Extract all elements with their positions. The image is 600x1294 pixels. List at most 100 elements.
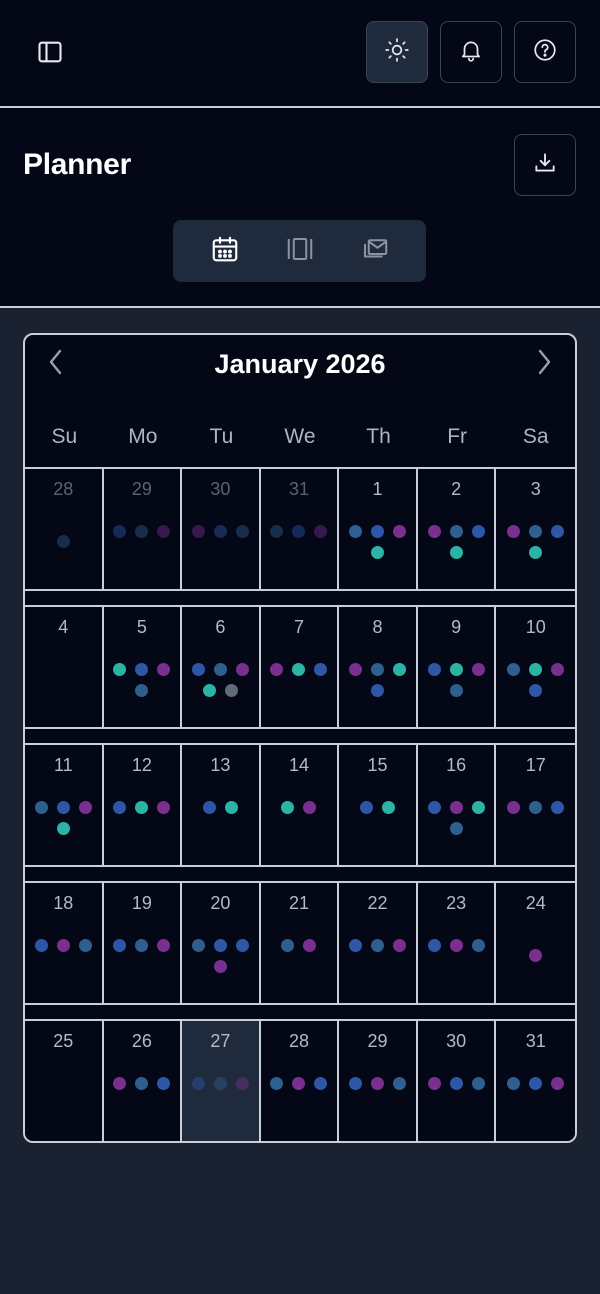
day-cell[interactable]: 22 <box>339 883 418 1003</box>
day-cell[interactable]: 7 <box>260 607 340 727</box>
weekday-label: We <box>284 425 316 448</box>
event-dot <box>393 663 407 676</box>
event-dots <box>186 939 255 973</box>
day-cell[interactable]: 25 <box>25 1021 104 1141</box>
event-dot <box>349 939 363 952</box>
day-number: 28 <box>288 1031 309 1051</box>
day-cell[interactable]: 1 <box>339 469 418 589</box>
event-dot <box>292 663 306 676</box>
day-cell[interactable]: 28 <box>260 1021 340 1141</box>
day-cell[interactable]: 9 <box>417 607 497 727</box>
day-cell[interactable]: 21 <box>260 883 340 1003</box>
event-dot <box>551 525 565 538</box>
event-dots <box>500 949 571 962</box>
day-cell[interactable]: 29 <box>339 1021 418 1141</box>
day-cell[interactable]: 31 <box>260 469 340 589</box>
day-cell[interactable]: 29 <box>103 469 183 589</box>
view-calendar-option[interactable] <box>197 228 253 274</box>
event-dot <box>529 546 543 559</box>
day-cell[interactable]: 23 <box>417 883 497 1003</box>
day-number: 14 <box>288 755 309 775</box>
view-switcher <box>173 220 426 282</box>
day-cell[interactable]: 30 <box>182 469 261 589</box>
day-number: 20 <box>210 893 231 913</box>
day-cell[interactable]: 2 <box>417 469 497 589</box>
notifications-button[interactable] <box>440 21 502 83</box>
theme-toggle-button[interactable] <box>366 21 428 83</box>
day-cell[interactable]: 15 <box>339 745 418 865</box>
help-button[interactable] <box>514 21 576 83</box>
day-cell[interactable]: 6 <box>182 607 261 727</box>
view-board-option[interactable] <box>272 228 328 274</box>
event-dot <box>202 801 216 814</box>
day-cell[interactable]: 19 <box>103 883 183 1003</box>
event-dots <box>108 801 177 814</box>
event-dot <box>449 525 463 538</box>
day-cell[interactable]: 10 <box>496 607 575 727</box>
day-cell[interactable]: 26 <box>103 1021 183 1141</box>
event-dot <box>113 939 127 952</box>
event-dot <box>213 960 227 973</box>
day-cell[interactable]: 17 <box>496 745 575 865</box>
day-cell[interactable]: 30 <box>417 1021 497 1141</box>
day-cell[interactable]: 5 <box>103 607 183 727</box>
calendar-month-label: January 2026 <box>214 349 386 379</box>
day-number: 31 <box>525 1031 546 1051</box>
event-dot <box>213 663 227 676</box>
download-button[interactable] <box>514 134 576 196</box>
event-dots <box>29 801 98 835</box>
event-dot <box>56 801 70 814</box>
event-dot <box>371 663 385 676</box>
event-dot <box>281 801 295 814</box>
event-dot <box>449 663 463 676</box>
event-dots <box>186 1077 255 1090</box>
day-cell[interactable]: 24 <box>496 883 575 1003</box>
sidebar-toggle-icon[interactable] <box>36 38 64 66</box>
page-header: Planner <box>0 108 600 308</box>
day-number: 28 <box>53 479 74 499</box>
event-dot <box>360 801 374 814</box>
day-number: 7 <box>293 617 304 637</box>
day-cell[interactable]: 12 <box>103 745 183 865</box>
help-circle-icon <box>532 37 558 68</box>
event-dot <box>157 1077 171 1090</box>
event-dot <box>507 801 521 814</box>
event-dots <box>422 525 491 559</box>
event-dot <box>471 939 485 952</box>
event-dots <box>108 1077 177 1090</box>
day-number: 23 <box>446 893 467 913</box>
day-cell[interactable]: 20 <box>182 883 261 1003</box>
chevron-right-icon <box>534 348 554 381</box>
day-cell[interactable]: 11 <box>25 745 104 865</box>
day-number: 29 <box>131 479 152 499</box>
event-dot <box>427 801 441 814</box>
day-cell[interactable]: 31 <box>496 1021 575 1141</box>
event-dots <box>343 1077 412 1090</box>
day-cell[interactable]: 28 <box>25 469 104 589</box>
event-dot <box>224 684 238 697</box>
event-dot <box>191 1077 205 1090</box>
day-cell[interactable]: 13 <box>182 745 261 865</box>
event-dots <box>265 1077 334 1090</box>
day-cell[interactable]: 14 <box>260 745 340 865</box>
event-dot <box>427 525 441 538</box>
event-dot <box>235 663 249 676</box>
event-dot <box>471 1077 485 1090</box>
event-dot <box>371 684 385 697</box>
view-inbox-option[interactable] <box>347 228 403 274</box>
event-dot <box>427 663 441 676</box>
next-month-button[interactable] <box>531 349 557 379</box>
day-number: 29 <box>367 1031 388 1051</box>
day-cell[interactable]: 8 <box>339 607 418 727</box>
event-dots <box>422 801 491 835</box>
day-cell[interactable]: 16 <box>417 745 497 865</box>
day-cell[interactable]: 18 <box>25 883 104 1003</box>
day-number: 10 <box>525 617 546 637</box>
event-dot <box>292 1077 306 1090</box>
day-cell[interactable]: 3 <box>496 469 575 589</box>
day-cell[interactable]: 4 <box>25 607 104 727</box>
day-cell-today[interactable]: 27 <box>182 1021 261 1141</box>
event-dot <box>135 684 149 697</box>
day-number: 30 <box>446 1031 467 1051</box>
event-dot <box>303 801 317 814</box>
